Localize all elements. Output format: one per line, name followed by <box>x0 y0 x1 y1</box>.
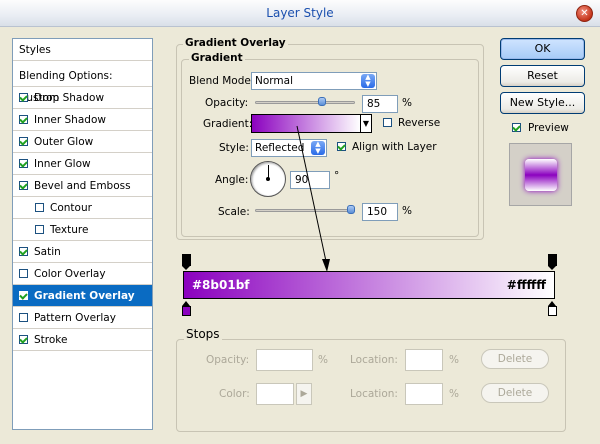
stop-location-input-2[interactable] <box>405 383 443 405</box>
stop-opacity-input[interactable] <box>256 349 313 371</box>
stop-color-swatch[interactable] <box>256 383 294 405</box>
stop-location-label-1: Location: <box>350 354 398 366</box>
stop-opacity-label: Opacity: <box>206 354 250 366</box>
stop-location-unit-1: % <box>449 354 459 366</box>
delete-color-stop-button[interactable]: Delete <box>481 383 549 403</box>
delete-opacity-stop-button[interactable]: Delete <box>481 349 549 369</box>
stop-opacity-unit: % <box>318 354 328 366</box>
stop-color-label: Color: <box>219 388 250 400</box>
color-picker-arrow-icon[interactable]: ▶ <box>296 383 312 405</box>
stop-location-input-1[interactable] <box>405 349 443 371</box>
stops-title: Stops <box>184 327 222 341</box>
stop-location-label-2: Location: <box>350 388 398 400</box>
stop-location-unit-2: % <box>449 388 459 400</box>
